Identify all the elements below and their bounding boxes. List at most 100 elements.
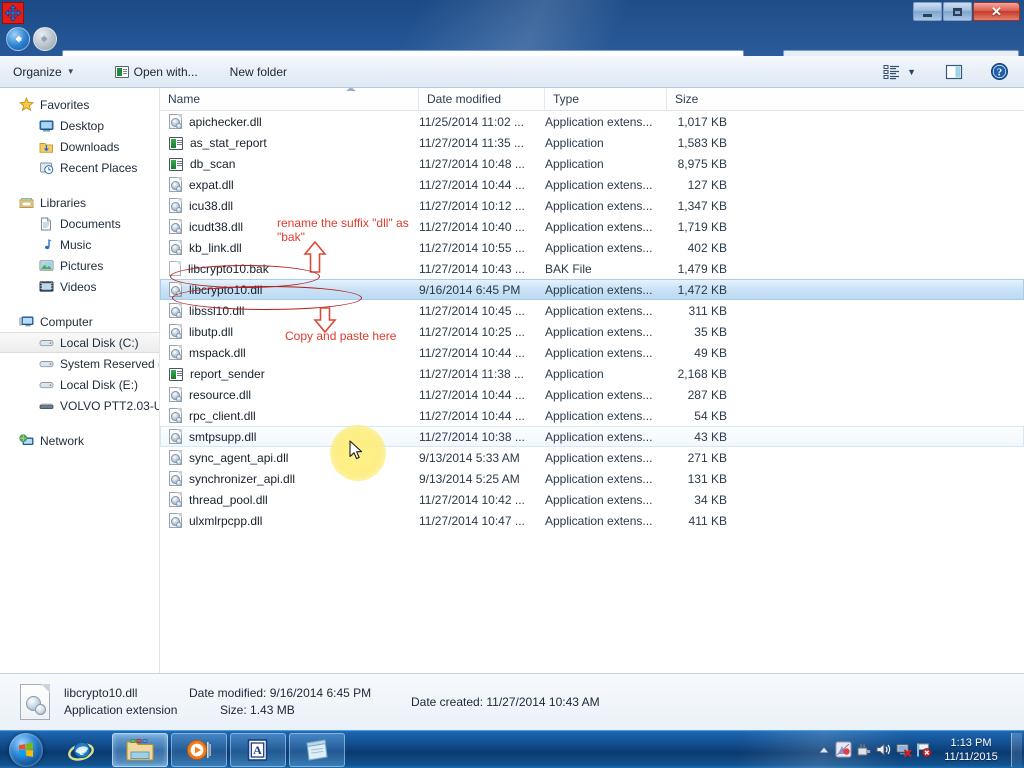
- file-date-cell: 11/27/2014 10:25 ...: [419, 324, 525, 339]
- table-row[interactable]: mspack.dll 11/27/2014 10:44 ... Applicatio…: [160, 342, 1024, 363]
- dll-file-icon: [169, 387, 182, 402]
- table-row[interactable]: thread_pool.dll 11/27/2014 10:42 ... Appli…: [160, 489, 1024, 510]
- back-button[interactable]: [6, 27, 30, 51]
- taskbar-item-notepad[interactable]: [289, 732, 345, 767]
- show-desktop-button[interactable]: [1011, 732, 1022, 767]
- application-file-icon: [169, 157, 183, 171]
- network-icon: [18, 433, 34, 449]
- sidebar-group-computer[interactable]: Computer: [0, 311, 159, 332]
- dll-file-icon: [169, 513, 182, 528]
- network-error-icon[interactable]: [893, 731, 913, 768]
- table-row[interactable]: rpc_client.dll 11/27/2014 10:44 ... Applic…: [160, 405, 1024, 426]
- file-list-pane: Name Date modified Type Size apichecker.…: [160, 88, 1024, 673]
- open-with-button[interactable]: Open with...: [106, 60, 207, 84]
- sidebar-item-desktop[interactable]: Desktop: [0, 115, 159, 136]
- sidebar-group-favorites[interactable]: Favorites: [0, 94, 159, 115]
- sidebar-group-network[interactable]: Network: [0, 430, 159, 451]
- table-row[interactable]: db_scan 11/27/2014 10:48 ... Application 8,…: [160, 153, 1024, 174]
- new-folder-button[interactable]: New folder: [221, 60, 296, 84]
- file-name-cell: icu38.dll: [161, 198, 419, 213]
- table-row[interactable]: ulxmlrpcpp.dll 11/27/2014 10:47 ... Applic…: [160, 510, 1024, 531]
- file-type-cell: Application: [545, 156, 604, 171]
- navigation-row: ▸ Computer ▸ Local Disk (C:) ▸ Program F…: [0, 24, 1024, 75]
- drive-icon: [38, 335, 54, 351]
- svg-text:e: e: [79, 743, 85, 758]
- sidebar-item-videos[interactable]: Videos: [0, 276, 159, 297]
- table-row[interactable]: libutp.dll 11/27/2014 10:25 ... Applicatio…: [160, 321, 1024, 342]
- chevron-down-icon[interactable]: ▼: [907, 67, 916, 77]
- preview-pane-button[interactable]: [939, 60, 969, 84]
- forward-button[interactable]: [33, 27, 57, 51]
- column-header-size[interactable]: Size: [666, 88, 734, 111]
- file-type-cell: Application extens...: [545, 240, 653, 255]
- sidebar-item-documents[interactable]: Documents: [0, 213, 159, 234]
- table-row[interactable]: kb_link.dll 11/27/2014 10:55 ... Applicati…: [160, 237, 1024, 258]
- table-row[interactable]: report_sender 11/27/2014 11:38 ... Applica…: [160, 363, 1024, 384]
- table-row[interactable]: synchronizer_api.dll 9/13/2014 5:25 AM App…: [160, 468, 1024, 489]
- start-button[interactable]: [2, 732, 50, 768]
- help-button[interactable]: ?: [985, 60, 1014, 84]
- sidebar-item-volvo-ptt[interactable]: VOLVO PTT2.03-U (F: [0, 395, 159, 416]
- file-date-cell: 11/27/2014 10:48 ...: [419, 156, 525, 171]
- taskbar: e A 1:13 PM 11/11/2015: [0, 730, 1024, 768]
- dll-file-icon: [169, 282, 182, 297]
- table-row[interactable]: sync_agent_api.dll 9/13/2014 5:33 AM Appli…: [160, 447, 1024, 468]
- details-date-created-row: Date created: 11/27/2014 10:43 AM: [411, 694, 671, 711]
- show-hidden-icons-button[interactable]: [815, 746, 833, 754]
- sidebar-item-pictures[interactable]: Pictures: [0, 255, 159, 276]
- safely-remove-hardware-icon[interactable]: [853, 731, 873, 768]
- sidebar-group-libraries[interactable]: Libraries: [0, 192, 159, 213]
- dll-file-icon: [169, 450, 182, 465]
- music-icon: [38, 237, 54, 253]
- details-date-modified-label: Date modified:: [189, 686, 267, 700]
- file-name-cell: sync_agent_api.dll: [161, 450, 419, 465]
- file-name-label: report_sender: [190, 366, 265, 381]
- taskbar-item-acrobat-reader[interactable]: A: [230, 732, 286, 767]
- application-icon: [114, 65, 129, 78]
- sidebar-item-downloads[interactable]: Downloads: [0, 136, 159, 157]
- column-header-name[interactable]: Name: [160, 88, 418, 111]
- taskbar-item-internet-explorer[interactable]: e: [53, 733, 109, 767]
- table-row[interactable]: as_stat_report 11/27/2014 11:35 ... Applic…: [160, 132, 1024, 153]
- file-name-cell: icudt38.dll: [161, 219, 419, 234]
- gear-icon: [176, 207, 182, 213]
- sidebar-item-system-reserved-d[interactable]: System Reserved (D:: [0, 353, 159, 374]
- table-row[interactable]: libssl10.dll 11/27/2014 10:45 ... Applicat…: [160, 300, 1024, 321]
- minimize-button[interactable]: [913, 2, 942, 21]
- mouse-pointer-icon: [349, 440, 363, 460]
- graphics-tray-icon[interactable]: [833, 731, 853, 768]
- sidebar-item-label: System Reserved (D:: [60, 356, 159, 371]
- table-row[interactable]: icu38.dll 11/27/2014 10:12 ... Application…: [160, 195, 1024, 216]
- clock[interactable]: 1:13 PM 11/11/2015: [933, 731, 1009, 768]
- file-size-cell: 34 KB: [694, 492, 727, 507]
- close-button[interactable]: ✕: [973, 2, 1020, 21]
- column-header-type[interactable]: Type: [544, 88, 666, 111]
- table-row[interactable]: resource.dll 11/27/2014 10:44 ... Applicat…: [160, 384, 1024, 405]
- move-cursor-icon: [2, 2, 24, 24]
- table-row[interactable]: expat.dll 11/27/2014 10:44 ... Application…: [160, 174, 1024, 195]
- volume-icon[interactable]: [873, 731, 893, 768]
- change-view-button[interactable]: ▼: [878, 60, 921, 84]
- organize-label: Organize: [13, 64, 62, 79]
- action-center-icon[interactable]: [913, 731, 933, 768]
- file-date-cell: 11/27/2014 10:44 ...: [419, 177, 525, 192]
- gear-icon: [176, 291, 182, 297]
- table-row[interactable]: libcrypto10.bak 11/27/2014 10:43 ... BAK F…: [160, 258, 1024, 279]
- table-row[interactable]: libcrypto10.dll 9/16/2014 6:45 PM Applicat…: [160, 279, 1024, 300]
- drive-icon: [38, 356, 54, 372]
- organize-button[interactable]: Organize ▼: [4, 60, 84, 84]
- sidebar-item-local-disk-c[interactable]: Local Disk (C:): [0, 332, 159, 353]
- table-row[interactable]: apichecker.dll 11/25/2014 11:02 ... Applic…: [160, 111, 1024, 132]
- sidebar-item-recent-places[interactable]: Recent Places: [0, 157, 159, 178]
- maximize-button[interactable]: [943, 2, 972, 21]
- table-row[interactable]: icudt38.dll 11/27/2014 10:40 ... Applicati…: [160, 216, 1024, 237]
- taskbar-item-media-player[interactable]: [171, 732, 227, 767]
- file-date-cell: 9/13/2014 5:33 AM: [419, 450, 520, 465]
- table-row[interactable]: smtpsupp.dll 11/27/2014 10:38 ... Applicat…: [160, 426, 1024, 447]
- file-name-cell: libssl10.dll: [161, 303, 419, 318]
- column-header-date-modified[interactable]: Date modified: [418, 88, 544, 111]
- dll-file-icon: [169, 303, 182, 318]
- taskbar-item-windows-explorer[interactable]: [112, 732, 168, 767]
- sidebar-item-music[interactable]: Music: [0, 234, 159, 255]
- sidebar-item-local-disk-e[interactable]: Local Disk (E:): [0, 374, 159, 395]
